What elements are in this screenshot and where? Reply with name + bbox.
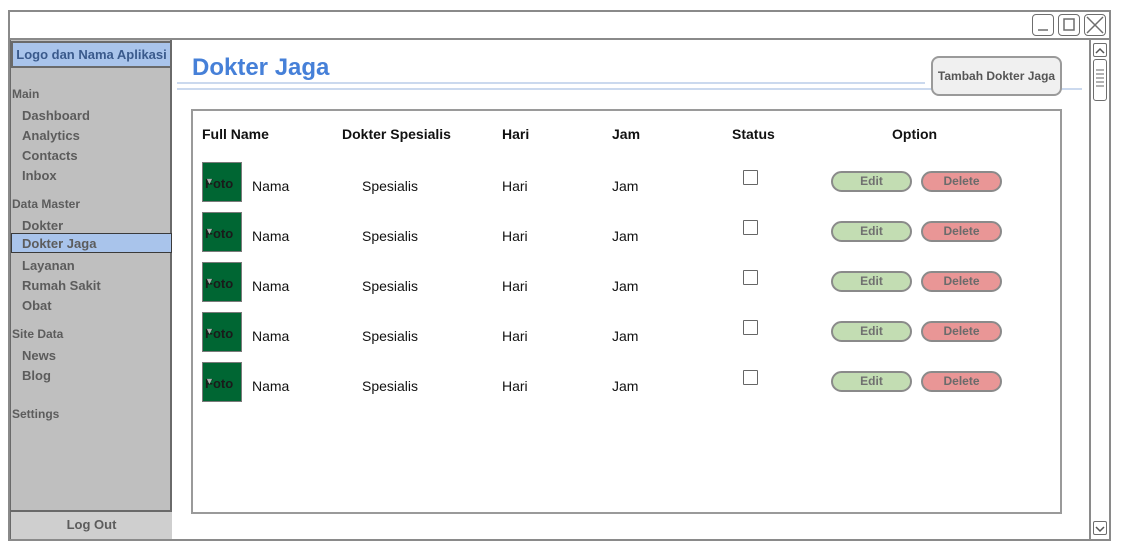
edit-button[interactable]: Edit	[831, 221, 912, 242]
title-divider	[177, 82, 925, 84]
sidebar-item-settings[interactable]: Settings	[12, 407, 59, 421]
column-header-specialist: Dokter Spesialis	[342, 126, 451, 142]
cell-specialist: Spesialis	[362, 228, 419, 244]
scroll-up-icon[interactable]	[1093, 43, 1107, 57]
cell-day: Hari	[502, 378, 528, 394]
minimize-icon[interactable]	[1032, 14, 1054, 36]
photo-placeholder[interactable]: Foto ▼	[202, 262, 242, 302]
cell-name: Nama	[252, 178, 290, 194]
cell-name: Nama	[252, 328, 290, 344]
cell-time: Jam	[612, 228, 639, 244]
sidebar-item-dashboard[interactable]: Dashboard	[22, 108, 90, 123]
column-header-option: Option	[892, 126, 938, 142]
sidebar-section-main: Main	[12, 87, 40, 101]
close-icon[interactable]	[1084, 14, 1106, 36]
cell-specialist: Spesialis	[362, 378, 419, 394]
photo-placeholder[interactable]: Foto ▼	[202, 312, 242, 352]
table-row: Foto ▼ Nama Spesialis Hari Jam Edit Dele…	[0, 255, 1130, 305]
delete-button[interactable]: Delete	[921, 271, 1002, 292]
cell-specialist: Spesialis	[362, 328, 419, 344]
table-row: Foto ▼ Nama Spesialis Hari Jam Edit Dele…	[0, 305, 1130, 355]
column-header-day: Hari	[502, 126, 530, 142]
cell-day: Hari	[502, 328, 528, 344]
column-header-time: Jam	[612, 126, 641, 142]
photo-placeholder[interactable]: Foto ▼	[202, 162, 242, 202]
cell-specialist: Spesialis	[362, 178, 419, 194]
cell-time: Jam	[612, 378, 639, 394]
app-logo: Logo dan Nama Aplikasi	[11, 41, 172, 68]
page-title: Dokter Jaga	[192, 54, 330, 81]
edit-button[interactable]: Edit	[831, 371, 912, 392]
edit-button[interactable]: Edit	[831, 271, 912, 292]
table-row: Foto ▼ Nama Spesialis Hari Jam Edit Dele…	[0, 155, 1130, 205]
scroll-down-icon[interactable]	[1093, 521, 1107, 535]
dropdown-arrow-icon: ▼	[205, 226, 214, 236]
cell-time: Jam	[612, 328, 639, 344]
column-header-status: Status	[732, 126, 775, 142]
cell-specialist: Spesialis	[362, 278, 419, 294]
delete-button[interactable]: Delete	[921, 171, 1002, 192]
column-header-full-name: Full Name	[202, 126, 269, 142]
cell-day: Hari	[502, 278, 528, 294]
table-row: Foto ▼ Nama Spesialis Hari Jam Edit Dele…	[0, 355, 1130, 405]
delete-button[interactable]: Delete	[921, 321, 1002, 342]
cell-name: Nama	[252, 378, 290, 394]
cell-day: Hari	[502, 228, 528, 244]
delete-button[interactable]: Delete	[921, 371, 1002, 392]
status-checkbox[interactable]	[743, 370, 758, 385]
cell-name: Nama	[252, 278, 290, 294]
sidebar-item-analytics[interactable]: Analytics	[22, 128, 80, 143]
edit-button[interactable]: Edit	[831, 321, 912, 342]
dropdown-arrow-icon: ▼	[205, 176, 214, 186]
cell-time: Jam	[612, 178, 639, 194]
dropdown-arrow-icon: ▼	[205, 376, 214, 386]
photo-placeholder[interactable]: Foto ▼	[202, 212, 242, 252]
edit-button[interactable]: Edit	[831, 171, 912, 192]
status-checkbox[interactable]	[743, 320, 758, 335]
logout-button[interactable]: Log Out	[11, 510, 172, 539]
cell-name: Nama	[252, 228, 290, 244]
delete-button[interactable]: Delete	[921, 221, 1002, 242]
dropdown-arrow-icon: ▼	[205, 276, 214, 286]
cell-day: Hari	[502, 178, 528, 194]
status-checkbox[interactable]	[743, 220, 758, 235]
add-duty-doctor-button[interactable]: Tambah Dokter Jaga	[931, 56, 1062, 96]
maximize-icon[interactable]	[1058, 14, 1080, 36]
status-checkbox[interactable]	[743, 170, 758, 185]
dropdown-arrow-icon: ▼	[205, 326, 214, 336]
photo-placeholder[interactable]: Foto ▼	[202, 362, 242, 402]
scroll-thumb[interactable]	[1093, 59, 1107, 101]
table-row: Foto ▼ Nama Spesialis Hari Jam Edit Dele…	[0, 205, 1130, 255]
window-titlebar	[10, 12, 1109, 40]
status-checkbox[interactable]	[743, 270, 758, 285]
cell-time: Jam	[612, 278, 639, 294]
